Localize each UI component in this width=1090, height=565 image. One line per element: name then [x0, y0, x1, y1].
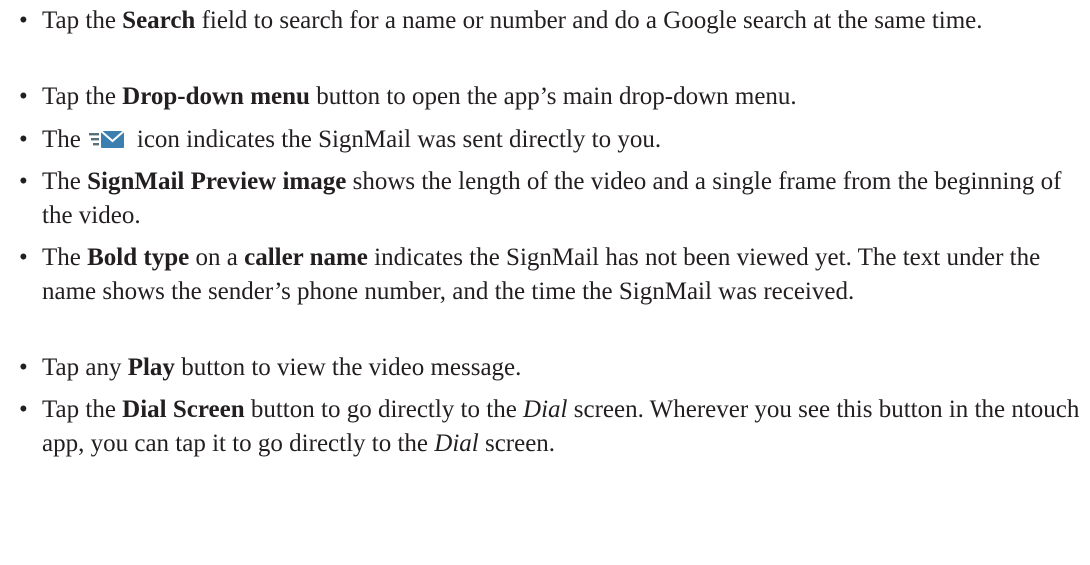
list-item-text: The icon indicates the SignMail was sent …	[42, 125, 662, 153]
bullet-marker: •	[19, 168, 28, 195]
bold-term-caller-name: caller name	[244, 244, 368, 271]
bold-term-play: Play	[127, 354, 175, 381]
bullet-marker: •	[19, 126, 28, 153]
bullet-marker: •	[19, 7, 28, 34]
bold-term-dropdown-menu: Drop-down menu	[122, 83, 310, 110]
signmail-sent-direct-icon	[88, 125, 125, 148]
list-item-text: Tap the Dial Screen button to go directl…	[42, 396, 1080, 457]
instruction-document: • Tap the Search field to search for a n…	[0, 0, 1090, 565]
italic-term-dial: Dial	[434, 430, 479, 457]
list-item-text: Tap any Play button to view the video me…	[42, 354, 522, 381]
bullet-marker: •	[19, 354, 28, 381]
italic-term-dial: Dial	[523, 396, 568, 423]
bullet-marker: •	[19, 396, 28, 423]
bold-term-search: Search	[122, 7, 196, 34]
list-item-text: The SignMail Preview image shows the len…	[42, 168, 1062, 229]
bold-term-dial-screen: Dial Screen	[122, 396, 245, 423]
list-item-text: Tap the Drop-down menu button to open th…	[42, 83, 797, 110]
list-item-text: Tap the Search field to search for a nam…	[42, 7, 983, 34]
bold-term-bold-type: Bold type	[87, 244, 190, 271]
bold-term-preview-image: SignMail Preview image	[87, 168, 347, 195]
bullet-marker: •	[19, 83, 28, 110]
bullet-marker: •	[19, 244, 28, 271]
list-item-text: The Bold type on a caller name indicates…	[42, 244, 1041, 305]
